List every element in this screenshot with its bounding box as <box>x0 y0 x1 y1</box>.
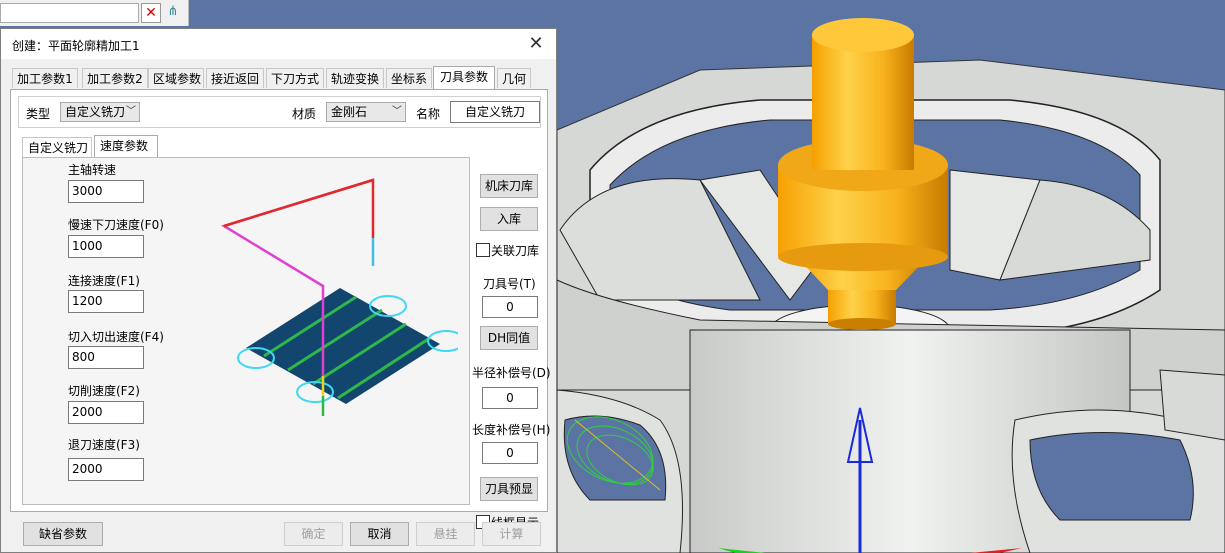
spindle-label: 主轴转速 <box>68 163 117 177</box>
tool-number-field[interactable]: 0 <box>482 296 538 318</box>
toolbar-strip: ✕ ⋔ <box>0 0 189 26</box>
type-value: 自定义铣刀 <box>65 105 126 119</box>
radius-comp-label: 半径补偿号(D) <box>472 366 551 380</box>
tool-params-panel: 类型 自定义铣刀 ﹀ 材质 金刚石 ﹀ 名称 自定义铣刀 自定义铣刀 速度参数 … <box>10 89 551 530</box>
type-label: 类型 <box>26 107 51 121</box>
chevron-down-icon: ﹀ <box>126 106 136 117</box>
filter-input[interactable] <box>0 3 139 23</box>
link-library-label: 关联刀库 <box>491 244 540 258</box>
tab-tool-params[interactable]: 刀具参数 <box>433 66 495 89</box>
material-value: 金刚石 <box>331 105 368 119</box>
tool-preview-button[interactable]: 刀具预显 <box>480 477 538 501</box>
tool-library-button[interactable]: 机床刀库 <box>480 174 538 198</box>
tool-number-label: 刀具号(T) <box>483 277 536 291</box>
tree-icon[interactable]: ⋔ <box>165 4 181 20</box>
link-speed-field[interactable]: 1200 <box>68 290 144 313</box>
retract-speed-label: 退刀速度(F3) <box>68 438 140 452</box>
subtab-speed[interactable]: 速度参数 <box>94 135 158 157</box>
tab-plunge[interactable]: 下刀方式 <box>266 68 324 88</box>
close-icon[interactable]: ✕ <box>524 32 548 56</box>
tab-coord[interactable]: 坐标系 <box>386 68 432 88</box>
dialog-title: 创建：平面轮廓精加工1 <box>12 39 140 53</box>
retract-speed-field[interactable]: 2000 <box>68 458 144 481</box>
material-label: 材质 <box>292 107 317 121</box>
material-select[interactable]: 金刚石 ﹀ <box>326 102 406 122</box>
chevron-down-icon: ﹀ <box>392 106 402 117</box>
tab-geometry[interactable]: 几何 <box>497 68 531 88</box>
speed-diagram <box>220 178 458 416</box>
cut-speed-field[interactable]: 2000 <box>68 401 144 424</box>
close-x-icon[interactable]: ✕ <box>141 3 161 23</box>
dh-same-button[interactable]: DH同值 <box>480 326 538 350</box>
inout-speed-label: 切入切出速度(F4) <box>68 330 164 344</box>
speed-params-panel: 主轴转速 3000 慢速下刀速度(F0) 1000 连接速度(F1) 1200 … <box>22 157 470 505</box>
tab-machining-2[interactable]: 加工参数2 <box>82 68 148 88</box>
tool-type-group: 类型 自定义铣刀 ﹀ 材质 金刚石 ﹀ 名称 自定义铣刀 <box>18 96 541 128</box>
cancel-button[interactable]: 取消 <box>350 522 409 546</box>
subtab-custom-mill[interactable]: 自定义铣刀 <box>22 137 92 157</box>
tab-approach[interactable]: 接近返回 <box>206 68 264 88</box>
tab-region[interactable]: 区域参数 <box>148 68 204 88</box>
name-label: 名称 <box>416 107 441 121</box>
create-dialog: 创建：平面轮廓精加工1 ✕ 加工参数1 加工参数2 区域参数 接近返回 下刀方式… <box>0 28 557 553</box>
dialog-titlebar: 创建：平面轮廓精加工1 ✕ <box>1 29 556 59</box>
spindle-field[interactable]: 3000 <box>68 180 144 203</box>
default-params-button[interactable]: 缺省参数 <box>23 522 103 546</box>
type-select[interactable]: 自定义铣刀 ﹀ <box>60 102 140 122</box>
slow-down-field[interactable]: 1000 <box>68 235 144 258</box>
slow-down-label: 慢速下刀速度(F0) <box>68 218 164 232</box>
length-comp-label: 长度补偿号(H) <box>472 423 551 437</box>
inout-speed-field[interactable]: 800 <box>68 346 144 369</box>
store-button[interactable]: 入库 <box>480 207 538 231</box>
link-speed-label: 连接速度(F1) <box>68 274 140 288</box>
link-library-checkbox[interactable] <box>476 243 490 257</box>
ok-button[interactable]: 确定 <box>284 522 343 546</box>
tab-machining-1[interactable]: 加工参数1 <box>12 68 78 88</box>
suspend-button[interactable]: 悬挂 <box>416 522 475 546</box>
name-field[interactable]: 自定义铣刀 <box>450 101 540 123</box>
compute-button[interactable]: 计算 <box>482 522 541 546</box>
length-comp-field[interactable]: 0 <box>482 442 538 464</box>
cut-speed-label: 切削速度(F2) <box>68 384 140 398</box>
radius-comp-field[interactable]: 0 <box>482 387 538 409</box>
tab-transform[interactable]: 轨迹变换 <box>326 68 384 88</box>
